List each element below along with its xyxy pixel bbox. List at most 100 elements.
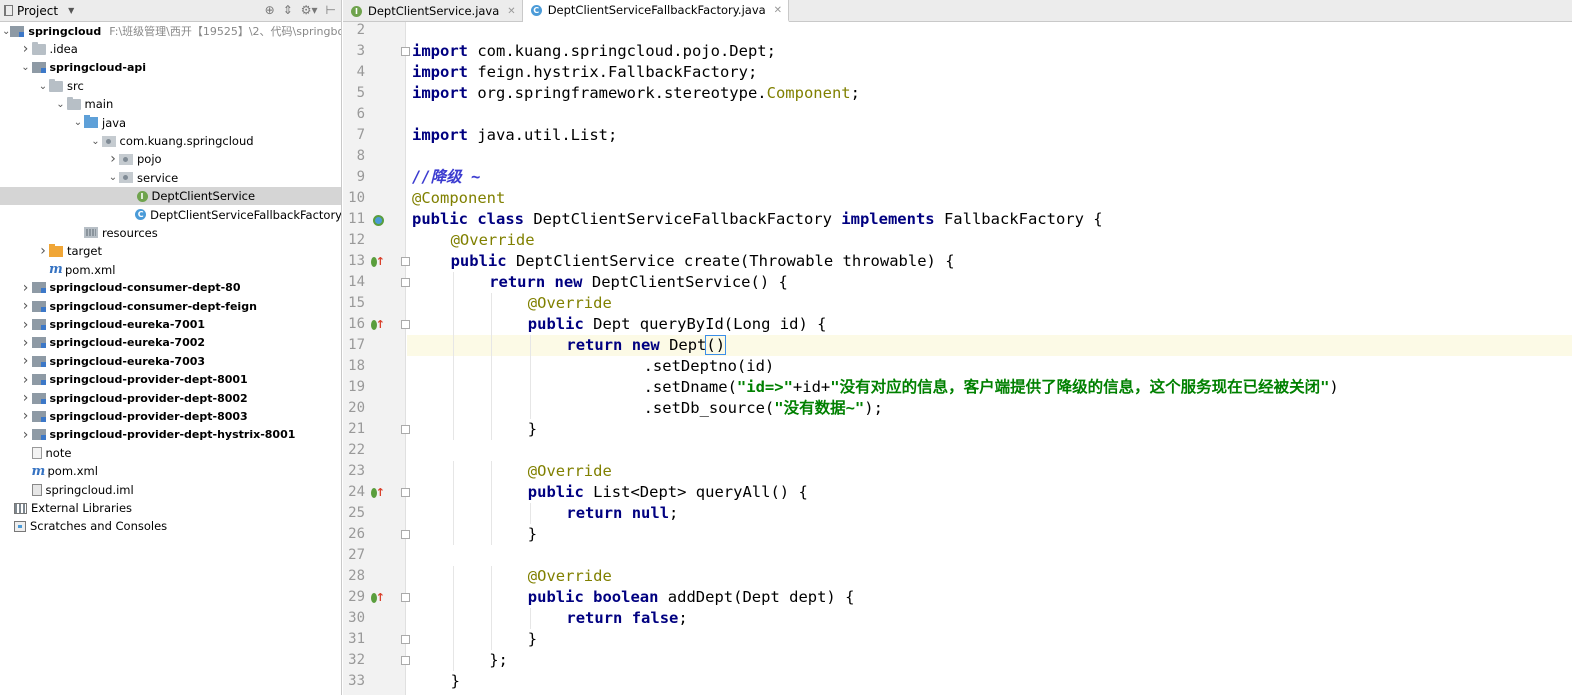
override-icon[interactable]: ↑ — [371, 255, 385, 269]
tree-item[interactable]: › springcloud-eureka-7001 — [0, 316, 341, 334]
tree-item[interactable]: › springcloud-provider-dept-8002 — [0, 389, 341, 407]
chevron-right-icon[interactable]: › — [20, 335, 32, 351]
chevron-right-icon[interactable]: › — [20, 298, 32, 314]
override-icon[interactable]: ↑ — [371, 486, 385, 500]
code-token: return null — [566, 504, 670, 522]
tree-item[interactable]: › springcloud-consumer-dept-80 — [0, 279, 341, 297]
chevron-down-icon[interactable]: ⌄ — [72, 117, 84, 128]
code-text: import org.springframework.stereotype.Co… — [412, 83, 860, 104]
chevron-right-icon[interactable]: › — [20, 390, 32, 406]
tree-item[interactable]: resources — [0, 224, 341, 242]
gear-icon[interactable]: ⚙▾ — [301, 3, 318, 17]
tree-item[interactable]: I DeptClientService — [0, 187, 341, 206]
chevron-down-icon[interactable]: ⌄ — [37, 81, 49, 92]
chevron-down-icon[interactable]: ⌄ — [90, 136, 102, 147]
tree-item[interactable]: springcloud.iml — [0, 481, 341, 499]
tree-item[interactable]: m pom.xml — [0, 261, 341, 279]
code-token: FallbackFactory { — [943, 210, 1103, 228]
tree-item[interactable]: ⌄ com.kuang.springcloud — [0, 132, 341, 150]
code-text: @Override — [451, 230, 535, 251]
code-token: List<Dept> queryAll() { — [593, 483, 808, 501]
indent-guide — [491, 608, 493, 629]
code-text: return null; — [566, 503, 678, 524]
tree-item-label: DeptClientServiceFallbackFactory — [150, 207, 342, 222]
source-folder-icon — [84, 115, 98, 129]
module-icon — [31, 300, 46, 312]
close-icon[interactable]: ✕ — [774, 5, 782, 16]
code-token: DeptClientService() { — [591, 273, 788, 291]
chevron-down-icon[interactable]: ⌄ — [55, 99, 67, 110]
chevron-right-icon[interactable]: › — [20, 408, 32, 424]
chevron-right-icon[interactable]: › — [20, 372, 32, 388]
tree-item[interactable]: ⌄ springcloud-api — [0, 59, 341, 77]
editor-tab[interactable]: I DeptClientService.java ✕ — [343, 0, 523, 22]
tree-item-label: springcloud — [28, 24, 102, 38]
tree-item[interactable]: ⌄ src — [0, 77, 341, 95]
indent-guide — [452, 314, 454, 335]
tree-item-label: src — [67, 79, 84, 94]
tree-item[interactable]: › springcloud-provider-dept-8001 — [0, 371, 341, 389]
code-line: import org.springframework.stereotype.Co… — [407, 83, 1572, 104]
code-line: return null; — [407, 503, 1572, 524]
implements-icon[interactable] — [371, 213, 385, 227]
code-line: import com.kuang.springcloud.pojo.Dept; — [407, 41, 1572, 62]
chevron-right-icon[interactable]: › — [20, 317, 32, 333]
code-token: public — [450, 252, 507, 270]
package-icon — [119, 153, 133, 165]
code-token: +id+ — [792, 378, 831, 396]
tree-item[interactable]: m pom.xml — [0, 462, 341, 480]
indent-guide — [491, 482, 493, 503]
tree-item[interactable]: › target — [0, 242, 341, 260]
tree-item[interactable]: › pojo — [0, 150, 341, 168]
chevron-right-icon[interactable]: › — [20, 427, 32, 443]
tree-item[interactable]: C DeptClientServiceFallbackFactory — [0, 206, 342, 224]
package-icon — [119, 172, 133, 184]
chevron-right-icon[interactable]: › — [20, 353, 32, 369]
tree-item[interactable]: › springcloud-consumer-dept-feign — [0, 297, 341, 315]
chevron-right-icon[interactable]: › — [20, 41, 32, 57]
tree-item[interactable]: note — [0, 444, 341, 462]
tree-item[interactable]: External Libraries — [0, 499, 341, 517]
chevron-down-icon[interactable]: ⌄ — [2, 26, 10, 37]
indent-guide — [491, 566, 493, 587]
indent-guide — [491, 314, 493, 335]
tree-item-label: target — [67, 244, 102, 259]
chevron-right-icon[interactable]: › — [107, 151, 119, 167]
tree-item[interactable]: › .idea — [0, 40, 341, 58]
code-token: ; — [669, 504, 679, 522]
tree-item[interactable]: ⌄ service — [0, 169, 341, 187]
indent-guide — [452, 629, 454, 650]
locate-icon[interactable]: ⊕ — [265, 3, 275, 17]
override-dot — [371, 320, 377, 330]
tree-item[interactable]: ⌄ main — [0, 95, 341, 113]
chevron-right-icon[interactable]: › — [37, 243, 49, 259]
code-text: public class DeptClientServiceFallbackFa… — [412, 209, 1103, 230]
excluded-folder-icon — [49, 243, 63, 257]
override-icon[interactable]: ↑ — [371, 318, 385, 332]
chevron-down-icon[interactable]: ⌄ — [107, 172, 119, 183]
tree-item[interactable]: Scratches and Consoles — [0, 517, 341, 535]
tree-item[interactable]: ⌄ java — [0, 114, 341, 132]
collapse-icon[interactable]: ⇕ — [283, 3, 293, 17]
tree-item[interactable]: › springcloud-provider-dept-hystrix-8001 — [0, 426, 341, 444]
code-text: return false; — [566, 608, 687, 629]
tree-item[interactable]: › springcloud-eureka-7003 — [0, 352, 341, 370]
code-token: } — [527, 630, 538, 648]
line-number: 27 — [348, 547, 365, 563]
hide-icon[interactable]: ⊢ — [326, 3, 336, 17]
line-number: 5 — [356, 85, 365, 101]
code-text: @Override — [528, 566, 612, 587]
tree-item[interactable]: › springcloud-provider-dept-8003 — [0, 407, 341, 425]
editor-tab[interactable]: C DeptClientServiceFallbackFactory.java ✕ — [522, 0, 790, 22]
code-token: import — [412, 126, 468, 144]
close-icon[interactable]: ✕ — [507, 6, 515, 17]
chevron-right-icon[interactable]: › — [20, 280, 32, 296]
tree-item-label: DeptClientService — [151, 189, 256, 204]
code-area[interactable]: import com.kuang.springcloud.pojo.Dept; i… — [407, 22, 1572, 695]
chevron-down-icon[interactable]: ⌄ — [20, 62, 32, 73]
project-view-selector[interactable]: Project ▼ — [4, 4, 74, 18]
tree-item[interactable]: ⌄ springcloud F:\班级管理\西开【19525】\2、代码\sprin… — [0, 22, 341, 40]
override-icon[interactable]: ↑ — [371, 591, 385, 605]
tree-item[interactable]: › springcloud-eureka-7002 — [0, 334, 341, 352]
code-token: } — [527, 525, 538, 543]
